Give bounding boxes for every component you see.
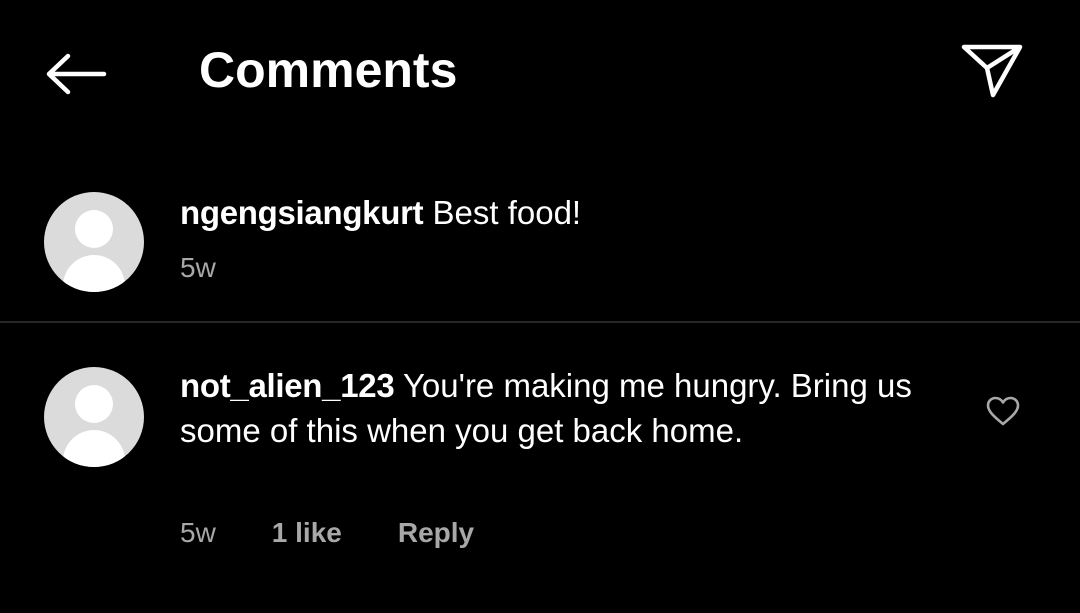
comment-username[interactable]: ngengsiangkurt: [180, 194, 424, 231]
comment-time: 5w: [180, 252, 216, 283]
avatar[interactable]: [44, 192, 144, 292]
divider: [0, 321, 1080, 323]
avatar[interactable]: [44, 367, 144, 467]
avatar-body-shape: [63, 255, 125, 292]
share-button[interactable]: [952, 36, 1032, 106]
page-title: Comments: [199, 42, 458, 98]
avatar-body-shape: [63, 430, 125, 467]
comment-item: not_alien_123 You're making me hungry. B…: [0, 345, 1080, 605]
header-bar: Comments: [0, 0, 1080, 145]
comment-meta: 5w 1 like Reply: [180, 517, 530, 549]
comment-body: not_alien_123 You're making me hungry. B…: [180, 363, 940, 453]
comment-body: ngengsiangkurt Best food!: [180, 190, 940, 235]
comment-item: ngengsiangkurt Best food! 5w: [0, 170, 1080, 320]
paper-plane-icon: [961, 44, 1023, 98]
like-count[interactable]: 1 like: [272, 517, 342, 549]
default-avatar-icon: [75, 210, 113, 248]
comment-time: 5w: [180, 517, 216, 548]
arrow-left-icon: [46, 53, 107, 95]
reply-button[interactable]: Reply: [398, 517, 474, 549]
default-avatar-icon: [75, 385, 113, 423]
comment-text: Best food!: [432, 194, 582, 231]
like-button[interactable]: [980, 391, 1026, 431]
comment-username[interactable]: not_alien_123: [180, 367, 395, 404]
heart-outline-icon: [986, 396, 1020, 426]
back-button[interactable]: [36, 42, 116, 106]
comment-meta: 5w: [180, 252, 272, 284]
